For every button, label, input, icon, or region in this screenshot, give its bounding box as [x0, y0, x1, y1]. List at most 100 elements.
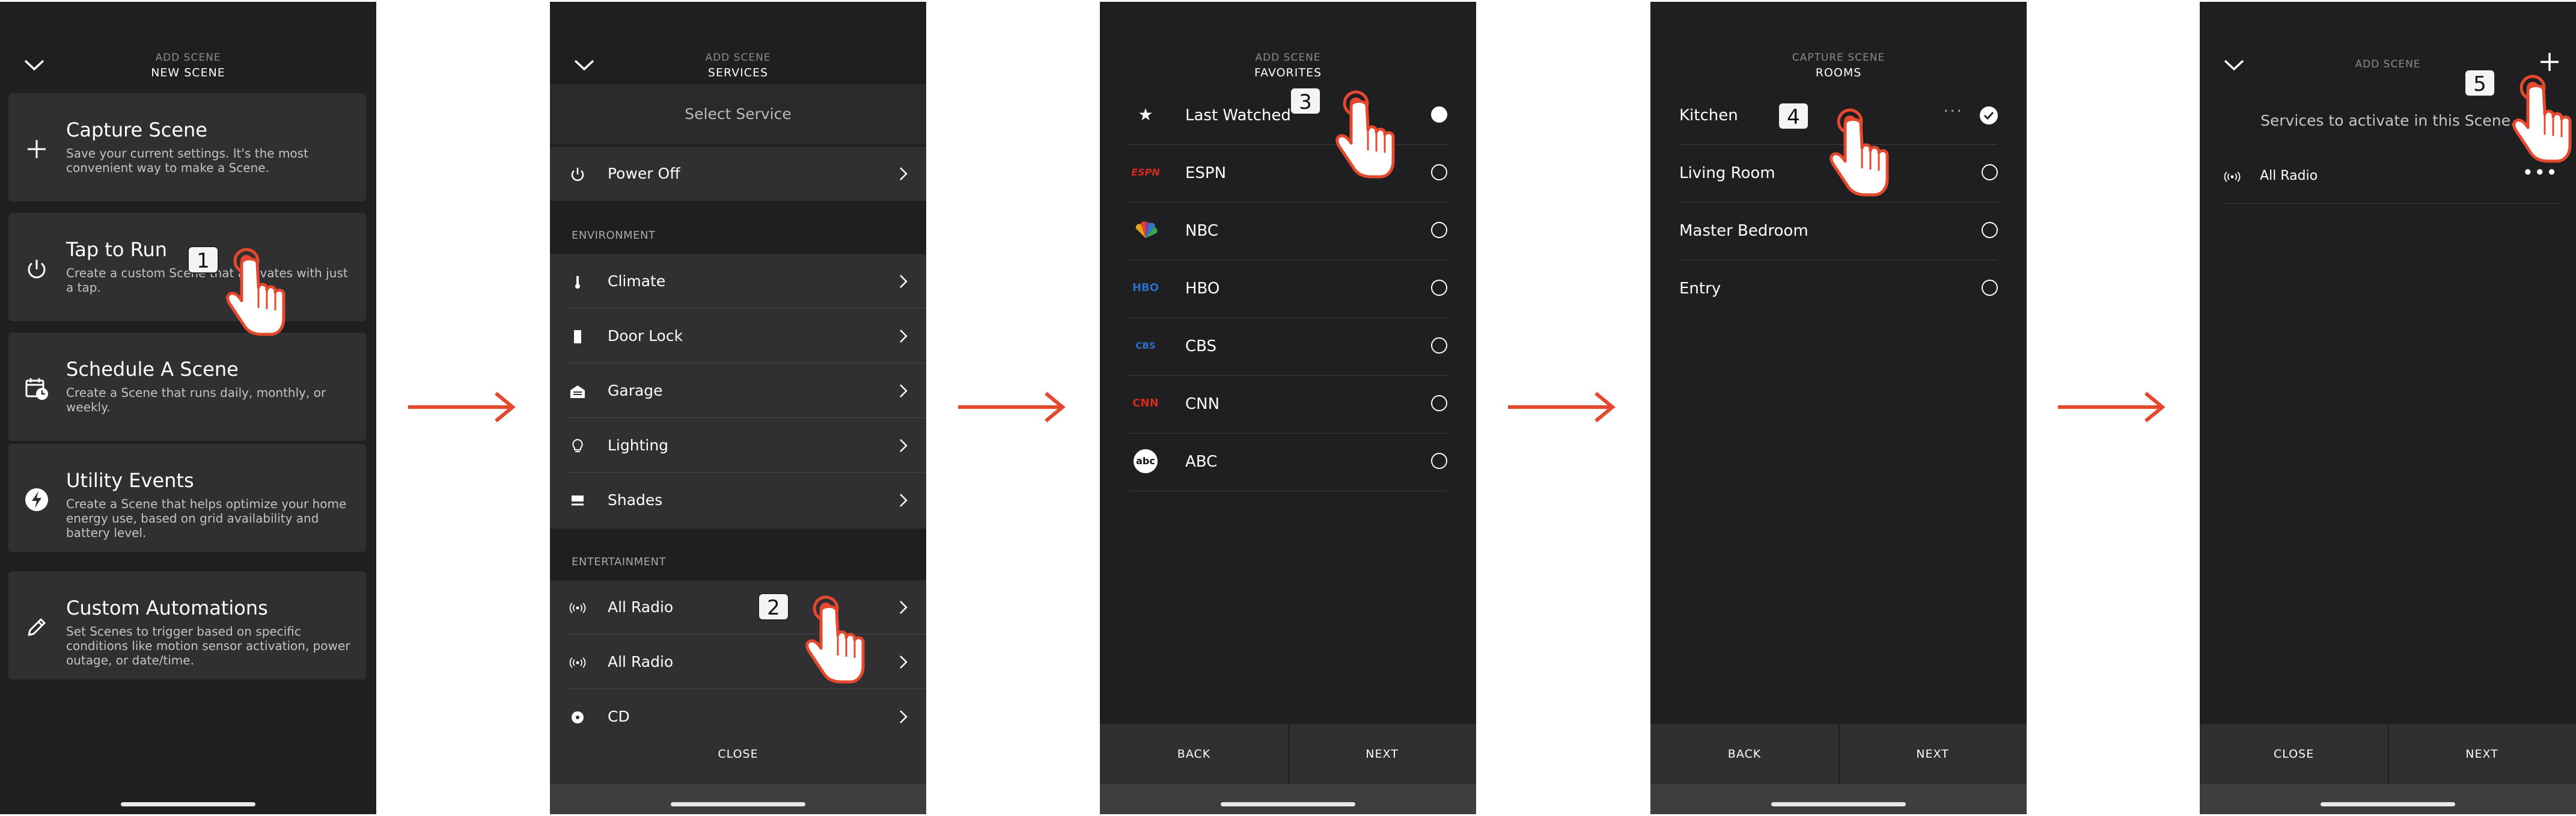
- header-subtitle: ADD SCENE: [705, 52, 771, 64]
- card-title: Utility Events: [66, 469, 194, 492]
- cbs-logo-icon: CBS: [1135, 340, 1156, 351]
- screen-services: ADD SCENE SERVICES Select Service Power …: [550, 2, 926, 814]
- tap-hand-icon: [224, 248, 290, 338]
- environment-group: Climate Door Lock Garage Lighting Shades: [550, 254, 926, 529]
- scene-service-row[interactable]: All Radio •••: [2224, 149, 2558, 204]
- radio-button[interactable]: [1431, 164, 1447, 180]
- next-button[interactable]: NEXT: [2388, 724, 2576, 784]
- next-button[interactable]: NEXT: [1839, 724, 2027, 784]
- header: ADD SCENE NEW SCENE: [0, 2, 376, 84]
- step-badge-4: 4: [1778, 102, 1809, 130]
- service-climate[interactable]: Climate: [550, 254, 926, 308]
- header: CAPTURE SCENE ROOMS: [1650, 2, 2027, 84]
- favorite-nbc[interactable]: NBC: [1129, 202, 1447, 260]
- chevron-right-icon: [899, 384, 908, 398]
- pencil-icon: [28, 618, 46, 636]
- service-all-radio[interactable]: All Radio: [550, 580, 926, 634]
- tap-hand-icon: [1827, 108, 1893, 198]
- service-label: Climate: [608, 272, 666, 290]
- radio-button[interactable]: [1982, 222, 1998, 238]
- header-title: ROOMS: [1815, 66, 1862, 79]
- capture-scene-card[interactable]: Capture Scene Save your current settings…: [8, 93, 366, 201]
- custom-automations-card[interactable]: Custom Automations Set Scenes to trigger…: [8, 571, 366, 679]
- chevron-right-icon: [899, 438, 908, 453]
- header-title: FAVORITES: [1254, 66, 1322, 79]
- back-button[interactable]: BACK: [1650, 724, 1839, 784]
- entertainment-group: All Radio All Radio CD: [550, 580, 926, 725]
- room-master-bedroom[interactable]: Master Bedroom: [1679, 202, 1998, 260]
- chevron-right-icon: [899, 329, 908, 343]
- chevron-right-icon: [899, 710, 908, 724]
- service-lighting[interactable]: Lighting: [550, 419, 926, 473]
- favorite-label: CNN: [1185, 395, 1220, 413]
- radio-button[interactable]: [1431, 395, 1447, 411]
- close-button[interactable]: CLOSE: [550, 724, 926, 784]
- service-label: Shades: [608, 491, 663, 509]
- header-subtitle: ADD SCENE: [155, 52, 221, 64]
- service-label: Lighting: [608, 437, 669, 454]
- header: ADD SCENE FAVORITES: [1100, 2, 1476, 84]
- favorite-espn[interactable]: ESPN ESPN: [1129, 144, 1447, 203]
- radio-button[interactable]: [1431, 337, 1447, 354]
- more-options-icon[interactable]: ···: [1943, 101, 1963, 121]
- favorite-cnn[interactable]: CNN CNN: [1129, 375, 1447, 434]
- service-label: All Radio: [608, 598, 674, 616]
- header-title: SERVICES: [707, 66, 769, 79]
- radio-button[interactable]: [1431, 453, 1447, 469]
- service-label: Power Off: [608, 165, 680, 182]
- service-all-radio-2[interactable]: All Radio: [550, 635, 926, 689]
- service-door-lock[interactable]: Door Lock: [550, 309, 926, 363]
- tap-hand-icon: [1333, 90, 1399, 180]
- home-indicator: [1221, 802, 1355, 806]
- plus-icon[interactable]: [2539, 51, 2560, 73]
- room-label: Master Bedroom: [1679, 222, 1808, 240]
- favorite-abc[interactable]: abc ABC: [1129, 433, 1447, 491]
- footer-lower-strip: [2200, 784, 2576, 814]
- shades-icon: [572, 495, 584, 506]
- room-entry[interactable]: Entry: [1679, 260, 1998, 318]
- favorite-hbo[interactable]: HBO HBO: [1129, 260, 1447, 318]
- tap-hand-icon: [803, 595, 869, 686]
- footer-bar: BACK NEXT: [1100, 724, 1476, 784]
- schedule-scene-card[interactable]: Schedule A Scene Create a Scene that run…: [8, 333, 366, 441]
- radio-button[interactable]: [1431, 280, 1447, 296]
- chevron-right-icon: [899, 600, 908, 615]
- header-subtitle: ADD SCENE: [1255, 52, 1321, 64]
- espn-logo-icon: ESPN: [1131, 167, 1160, 178]
- back-button[interactable]: BACK: [1100, 724, 1288, 784]
- screen-favorites: ADD SCENE FAVORITES ★ Last Watched ESPN …: [1100, 2, 1476, 814]
- step-badge-1: 1: [188, 246, 219, 274]
- card-description: Create a Scene that helps optimize your …: [66, 497, 347, 540]
- divider: [569, 472, 926, 473]
- star-icon: ★: [1138, 105, 1153, 124]
- radio-button[interactable]: [1982, 280, 1998, 296]
- service-power-off[interactable]: Power Off: [550, 147, 926, 201]
- section-environment: ENVIRONMENT: [572, 229, 656, 242]
- service-garage[interactable]: Garage: [550, 364, 926, 418]
- home-indicator: [1771, 802, 1906, 806]
- next-button[interactable]: NEXT: [1288, 724, 1476, 784]
- checkmark-icon[interactable]: [1980, 106, 1998, 124]
- footer-bar: BACK NEXT: [1650, 724, 2027, 784]
- abc-logo-icon: abc: [1134, 449, 1158, 473]
- radio-button[interactable]: [1431, 222, 1447, 238]
- service-shades[interactable]: Shades: [550, 473, 926, 527]
- utility-events-card[interactable]: Utility Events Create a Scene that helps…: [8, 444, 366, 552]
- section-entertainment: ENTERTAINMENT: [572, 556, 666, 568]
- radio-icon: [2224, 171, 2241, 182]
- step-badge-5: 5: [2464, 69, 2495, 97]
- hbo-logo-icon: HBO: [1132, 281, 1159, 294]
- service-label: Garage: [608, 382, 663, 399]
- scene-service-label: All Radio: [2260, 168, 2318, 183]
- radio-icon: [569, 603, 586, 613]
- radio-selected[interactable]: [1431, 106, 1447, 123]
- favorite-last-watched[interactable]: ★ Last Watched: [1129, 87, 1447, 145]
- close-button[interactable]: CLOSE: [2200, 724, 2388, 784]
- footer-lower-strip: [1650, 784, 2027, 814]
- radio-button[interactable]: [1982, 164, 1998, 180]
- arrow-right-icon: [408, 391, 516, 423]
- garage-icon: [570, 385, 585, 398]
- favorite-cbs[interactable]: CBS CBS: [1129, 318, 1447, 376]
- step-badge-3: 3: [1290, 87, 1321, 115]
- service-label: CD: [608, 708, 630, 725]
